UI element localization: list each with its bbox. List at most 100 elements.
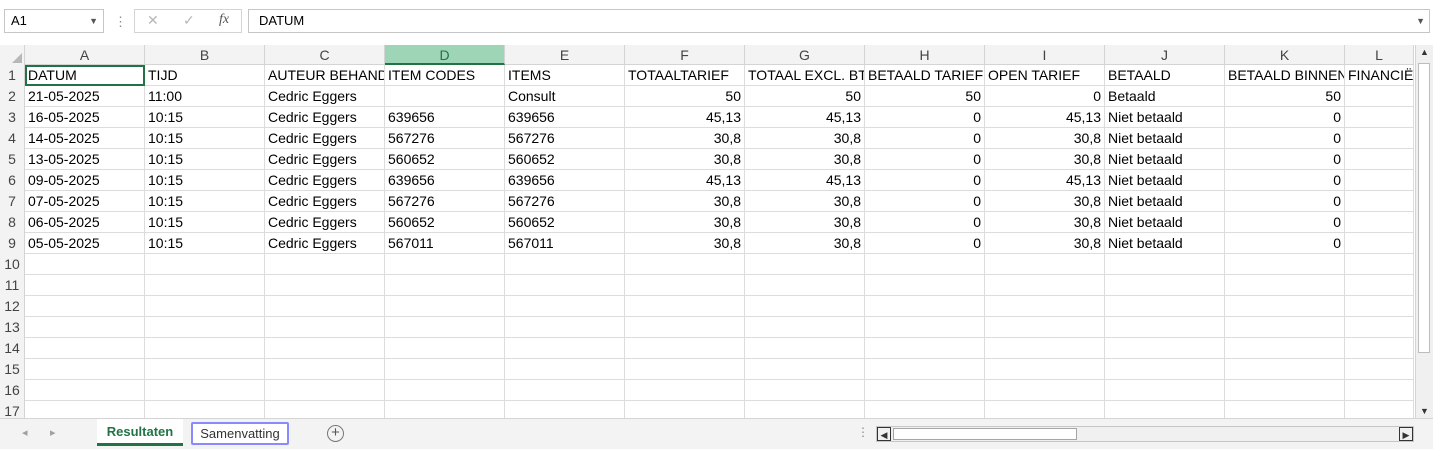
table-cell[interactable]: 10:15 xyxy=(145,212,265,233)
table-cell[interactable] xyxy=(625,317,745,338)
table-cell[interactable] xyxy=(1225,380,1345,401)
sheet-tab-resultaten[interactable]: Resultaten xyxy=(97,419,183,446)
table-cell[interactable]: 13-05-2025 xyxy=(25,149,145,170)
table-cell[interactable]: 567276 xyxy=(385,191,505,212)
header-cell[interactable]: DATUM xyxy=(25,65,145,86)
name-box[interactable]: A1 ▼ xyxy=(4,9,104,33)
table-cell[interactable]: 30,8 xyxy=(745,212,865,233)
table-cell[interactable] xyxy=(865,275,985,296)
table-cell[interactable]: 45,13 xyxy=(985,107,1105,128)
table-cell[interactable]: 0 xyxy=(1225,128,1345,149)
row-header[interactable]: 15 xyxy=(0,359,25,380)
table-cell[interactable] xyxy=(265,338,385,359)
table-cell[interactable]: Cedric Eggers xyxy=(265,86,385,107)
vertical-scrollbar[interactable]: ▲ ▼ xyxy=(1415,45,1433,418)
table-cell[interactable] xyxy=(745,317,865,338)
header-cell[interactable]: OPEN TARIEF xyxy=(985,65,1105,86)
horizontal-scrollbar[interactable]: ◀ ▶ xyxy=(876,426,1414,442)
table-cell[interactable] xyxy=(745,254,865,275)
chevron-down-icon[interactable]: ▼ xyxy=(1416,10,1425,32)
table-cell[interactable] xyxy=(265,275,385,296)
column-header-i[interactable]: I xyxy=(985,45,1105,65)
table-cell[interactable]: 567011 xyxy=(385,233,505,254)
table-cell[interactable]: 16-05-2025 xyxy=(25,107,145,128)
table-cell[interactable]: 10:15 xyxy=(145,233,265,254)
table-cell[interactable] xyxy=(505,338,625,359)
sheet-prev-icon[interactable]: ◂ xyxy=(22,426,28,439)
table-cell[interactable] xyxy=(1225,338,1345,359)
table-cell[interactable]: Niet betaald xyxy=(1105,191,1225,212)
table-cell[interactable] xyxy=(145,359,265,380)
table-cell[interactable]: Cedric Eggers xyxy=(265,212,385,233)
table-cell[interactable] xyxy=(385,359,505,380)
table-cell[interactable]: Cedric Eggers xyxy=(265,149,385,170)
select-all-corner[interactable] xyxy=(0,45,25,65)
table-cell[interactable] xyxy=(1105,380,1225,401)
table-cell[interactable]: 45,13 xyxy=(625,170,745,191)
table-cell[interactable]: 560652 xyxy=(505,212,625,233)
table-cell[interactable]: 0 xyxy=(985,86,1105,107)
table-cell[interactable] xyxy=(145,317,265,338)
table-cell[interactable]: 0 xyxy=(1225,149,1345,170)
table-cell[interactable]: Consult xyxy=(505,86,625,107)
table-cell[interactable]: 05-05-2025 xyxy=(25,233,145,254)
table-cell[interactable]: 0 xyxy=(865,149,985,170)
table-cell[interactable]: 30,8 xyxy=(625,191,745,212)
table-cell[interactable] xyxy=(145,296,265,317)
table-cell[interactable] xyxy=(25,380,145,401)
table-cell[interactable] xyxy=(505,359,625,380)
row-header[interactable]: 10 xyxy=(0,254,25,275)
table-cell[interactable]: 10:15 xyxy=(145,191,265,212)
table-cell[interactable]: Cedric Eggers xyxy=(265,233,385,254)
table-cell[interactable]: 639656 xyxy=(385,107,505,128)
table-cell[interactable]: Betaald xyxy=(1105,86,1225,107)
header-cell[interactable]: TOTAAL EXCL. BTW xyxy=(745,65,865,86)
table-cell[interactable] xyxy=(1345,401,1414,418)
table-cell[interactable]: 560652 xyxy=(505,149,625,170)
table-cell[interactable] xyxy=(1105,359,1225,380)
table-cell[interactable] xyxy=(385,275,505,296)
vertical-scroll-thumb[interactable] xyxy=(1418,63,1430,353)
table-cell[interactable] xyxy=(1225,275,1345,296)
table-cell[interactable]: 45,13 xyxy=(625,107,745,128)
table-cell[interactable]: 30,8 xyxy=(985,212,1105,233)
table-cell[interactable]: 07-05-2025 xyxy=(25,191,145,212)
table-cell[interactable] xyxy=(1345,275,1414,296)
table-cell[interactable]: Cedric Eggers xyxy=(265,191,385,212)
table-cell[interactable]: 30,8 xyxy=(625,128,745,149)
table-cell[interactable] xyxy=(745,359,865,380)
table-cell[interactable] xyxy=(385,380,505,401)
table-cell[interactable]: 0 xyxy=(1225,233,1345,254)
table-cell[interactable]: 30,8 xyxy=(745,191,865,212)
table-cell[interactable] xyxy=(1345,107,1414,128)
table-cell[interactable] xyxy=(385,86,505,107)
table-cell[interactable]: 0 xyxy=(865,128,985,149)
table-cell[interactable]: 567276 xyxy=(505,128,625,149)
table-cell[interactable]: 06-05-2025 xyxy=(25,212,145,233)
table-cell[interactable] xyxy=(265,401,385,418)
table-cell[interactable]: 567276 xyxy=(505,191,625,212)
table-cell[interactable]: 30,8 xyxy=(625,149,745,170)
table-cell[interactable]: Cedric Eggers xyxy=(265,170,385,191)
table-cell[interactable]: 30,8 xyxy=(985,191,1105,212)
row-header[interactable]: 13 xyxy=(0,317,25,338)
table-cell[interactable] xyxy=(145,338,265,359)
chevron-down-icon[interactable]: ▼ xyxy=(89,10,98,32)
column-header-l[interactable]: L xyxy=(1345,45,1414,65)
scroll-up-icon[interactable]: ▲ xyxy=(1416,45,1433,59)
column-header-g[interactable]: G xyxy=(745,45,865,65)
table-cell[interactable] xyxy=(745,275,865,296)
table-cell[interactable] xyxy=(1345,254,1414,275)
table-cell[interactable]: 567276 xyxy=(385,128,505,149)
table-cell[interactable]: 10:15 xyxy=(145,149,265,170)
table-cell[interactable] xyxy=(985,317,1105,338)
scroll-left-icon[interactable]: ◀ xyxy=(877,427,891,441)
table-cell[interactable] xyxy=(1105,254,1225,275)
header-cell[interactable]: AUTEUR BEHANDELAAR xyxy=(265,65,385,86)
table-cell[interactable] xyxy=(1345,233,1414,254)
table-cell[interactable]: 0 xyxy=(1225,191,1345,212)
table-cell[interactable]: 639656 xyxy=(505,107,625,128)
table-cell[interactable]: 14-05-2025 xyxy=(25,128,145,149)
table-cell[interactable] xyxy=(1345,380,1414,401)
header-cell[interactable]: BETAALD BINNEN xyxy=(1225,65,1345,86)
